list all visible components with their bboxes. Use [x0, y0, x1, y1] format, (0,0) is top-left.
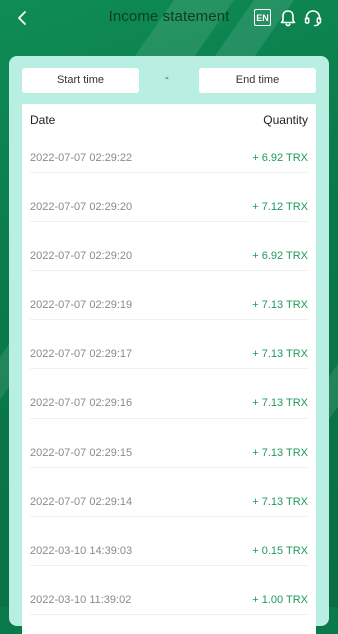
table-header: Date Quantity — [22, 104, 316, 136]
language-button[interactable]: EN — [254, 9, 271, 26]
table-row: 2022-03-10 14:39:03 + 0.15 TRX — [22, 529, 316, 578]
column-header-quantity: Quantity — [263, 113, 308, 127]
row-quantity: + 1.00 TRX — [252, 593, 308, 606]
date-range-separator: - — [165, 72, 169, 84]
app-header: Income statement EN — [0, 0, 338, 40]
row-quantity: + 6.92 TRX — [252, 250, 308, 263]
table-row: 2022-07-07 02:29:15 + 7.13 TRX — [22, 431, 316, 480]
end-time-picker[interactable]: End time — [199, 68, 316, 93]
row-date: 2022-03-10 14:39:03 — [30, 544, 133, 557]
bell-icon[interactable] — [278, 8, 298, 28]
table-row: 2022-07-07 02:29:17 + 7.13 TRX — [22, 332, 316, 381]
table-row: 2022-07-07 02:29:20 + 7.12 TRX — [22, 185, 316, 234]
row-date: 2022-07-07 02:29:17 — [30, 348, 133, 361]
row-date: 2022-07-07 02:29:15 — [30, 446, 133, 459]
row-date: 2022-07-07 02:29:22 — [30, 152, 133, 164]
row-quantity: + 7.13 TRX — [252, 446, 308, 459]
row-quantity: + 7.12 TRX — [252, 201, 308, 214]
row-date: 2022-07-07 02:29:20 — [30, 201, 133, 214]
row-date: 2022-07-07 02:29:16 — [30, 397, 133, 410]
table-row: 2022-03-10 11:39:02 + 1.00 TRX — [22, 578, 316, 627]
income-card: Start time - End time Date Quantity 2022… — [9, 56, 329, 634]
table-body: 2022-07-07 02:29:22 + 6.92 TRX 2022-07-0… — [22, 136, 316, 627]
row-date: 2022-03-10 11:39:02 — [30, 593, 132, 606]
column-header-date: Date — [30, 113, 56, 127]
row-date: 2022-07-07 02:29:20 — [30, 250, 133, 263]
row-quantity: + 7.13 TRX — [252, 299, 308, 312]
table-row: 2022-07-07 02:29:14 + 7.13 TRX — [22, 480, 316, 529]
row-quantity: + 6.92 TRX — [252, 152, 308, 164]
row-quantity: + 7.13 TRX — [252, 397, 308, 410]
row-date: 2022-07-07 02:29:14 — [30, 495, 133, 508]
table-row: 2022-07-07 02:29:16 + 7.13 TRX — [22, 381, 316, 430]
table-row: 2022-07-07 02:29:19 + 7.13 TRX — [22, 283, 316, 332]
row-quantity: + 7.13 TRX — [252, 495, 308, 508]
table-row: 2022-07-07 02:29:20 + 6.92 TRX — [22, 234, 316, 283]
headset-support-icon[interactable] — [303, 8, 323, 28]
row-date: 2022-07-07 02:29:19 — [30, 299, 133, 312]
row-quantity: + 0.15 TRX — [252, 544, 308, 557]
table-row: 2022-07-07 02:29:22 + 6.92 TRX — [22, 136, 316, 185]
row-quantity: + 7.13 TRX — [252, 348, 308, 361]
income-table: Date Quantity 2022-07-07 02:29:22 + 6.92… — [22, 104, 316, 634]
start-time-picker[interactable]: Start time — [22, 68, 139, 93]
